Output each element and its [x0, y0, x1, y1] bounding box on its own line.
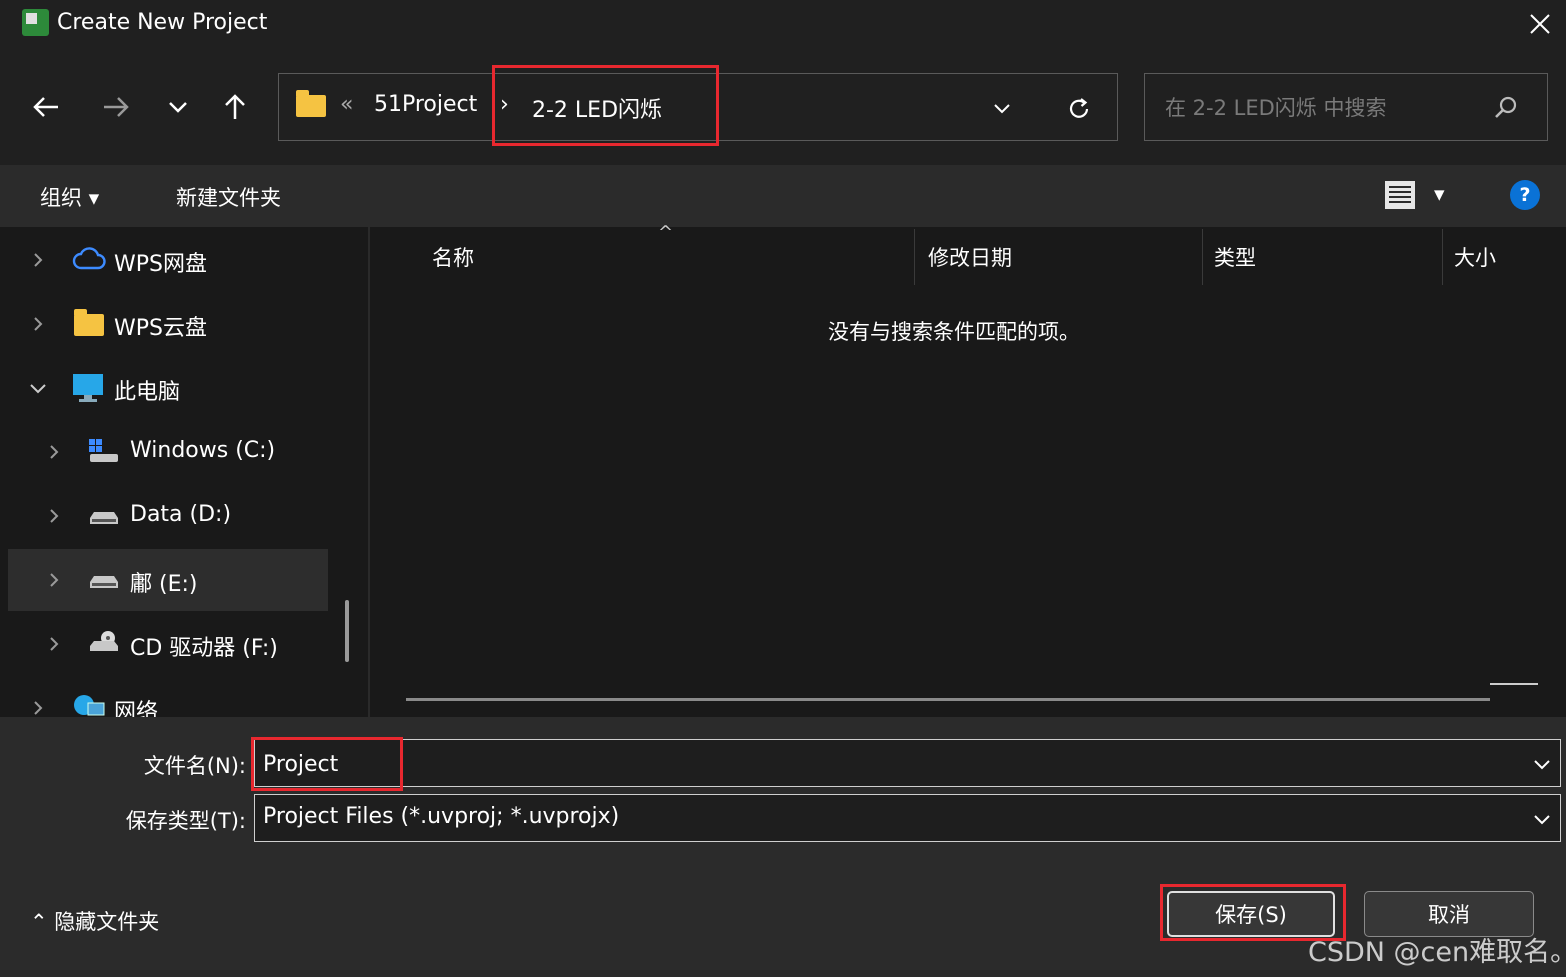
sidebar-scrollbar[interactable] — [345, 600, 349, 662]
chevron-down-icon[interactable] — [1530, 752, 1554, 776]
hide-folders-toggle[interactable]: ⌃ 隐藏文件夹 — [30, 906, 159, 936]
empty-results-message: 没有与搜索条件匹配的项。 — [828, 320, 1080, 344]
forward-button[interactable] — [94, 85, 138, 129]
details-view-icon — [1385, 181, 1415, 209]
keil-app-icon — [22, 9, 49, 36]
arrow-left-icon — [33, 97, 58, 117]
drive-icon — [88, 507, 120, 532]
sidebar-item-drive-e[interactable]: 鄘 (E:) — [8, 549, 328, 611]
filename-label: 文件名(N): — [143, 754, 246, 778]
folder-icon — [74, 309, 104, 342]
column-header-size[interactable]: 大小 — [1454, 242, 1496, 272]
folder-icon — [296, 90, 326, 121]
csdn-watermark: CSDN @cen难取名。 — [1308, 937, 1566, 968]
back-button[interactable] — [24, 85, 68, 129]
cloud-icon — [72, 246, 106, 278]
chevron-right-icon[interactable] — [44, 506, 64, 526]
arrow-up-icon — [225, 94, 245, 119]
chevron-right-icon[interactable] — [28, 698, 48, 717]
filetype-value: Project Files (*.uvproj; *.uvprojx) — [263, 804, 620, 829]
sidebar-item-label: Data (D:) — [130, 502, 232, 527]
search-box[interactable] — [1144, 73, 1548, 141]
sidebar-item-this-pc[interactable]: 此电脑 — [8, 357, 328, 419]
recent-locations-button[interactable] — [156, 85, 200, 129]
sidebar-item-label: Windows (C:) — [130, 438, 276, 463]
sidebar-item-network[interactable]: 网络 — [8, 677, 328, 717]
filename-input[interactable] — [263, 748, 1503, 780]
view-menu-chevron[interactable]: ▾ — [1434, 182, 1445, 206]
cd-drive-icon — [88, 629, 120, 659]
chevron-right-icon[interactable] — [28, 314, 48, 334]
address-dropdown-button[interactable] — [992, 100, 1012, 119]
sidebar-item-label: 此电脑 — [114, 380, 181, 405]
navigation-pane: WPS网盘 WPS云盘 此电脑 Windows (C:) Data (D:) 鄘… — [0, 227, 368, 717]
search-input[interactable] — [1163, 92, 1487, 124]
window-title: Create New Project — [57, 10, 268, 35]
column-separator[interactable] — [1442, 229, 1443, 285]
sidebar-item-drive-c[interactable]: Windows (C:) — [8, 421, 328, 483]
chevron-right-icon[interactable] — [28, 250, 48, 270]
breadcrumb-separator[interactable]: › — [500, 92, 509, 117]
network-icon — [72, 693, 106, 717]
arrow-right-icon — [104, 97, 129, 117]
close-button[interactable] — [1520, 4, 1560, 44]
sidebar-item-label: 网络 — [114, 700, 159, 717]
chevron-down-icon[interactable] — [1530, 807, 1554, 831]
new-folder-button[interactable]: 新建文件夹 — [176, 182, 281, 212]
windows-drive-icon — [88, 438, 120, 470]
column-header-name[interactable]: 名称 — [432, 242, 474, 272]
column-separator[interactable] — [1202, 229, 1203, 285]
chevron-right-icon[interactable] — [44, 570, 64, 590]
view-options-button[interactable] — [1384, 179, 1416, 215]
monitor-icon — [72, 373, 104, 409]
help-icon[interactable]: ? — [1510, 180, 1540, 210]
scrollbar-end-mark — [1490, 683, 1538, 685]
refresh-button[interactable] — [1066, 96, 1092, 126]
breadcrumb-51project[interactable]: 51Project — [374, 92, 477, 117]
sidebar-item-drive-d[interactable]: Data (D:) — [8, 485, 328, 547]
chevron-down-icon[interactable] — [28, 378, 48, 398]
chevron-down-icon — [994, 104, 1010, 114]
filename-combobox[interactable] — [254, 739, 1561, 787]
drive-icon — [88, 571, 120, 596]
chevron-right-icon[interactable] — [44, 634, 64, 654]
sidebar-item-label: WPS云盘 — [114, 316, 207, 341]
breadcrumb-current-folder[interactable]: 2-2 LED闪烁 — [532, 92, 662, 124]
file-list-horizontal-scrollbar[interactable] — [406, 698, 1490, 701]
column-header-date[interactable]: 修改日期 — [928, 242, 1012, 272]
sidebar-item-drive-f[interactable]: CD 驱动器 (F:) — [8, 613, 328, 675]
pane-divider — [368, 227, 370, 717]
filetype-label: 保存类型(T): — [125, 809, 246, 833]
sidebar-item-wps-cloud[interactable]: WPS云盘 — [8, 293, 328, 355]
filetype-select[interactable]: Project Files (*.uvproj; *.uvprojx) — [254, 794, 1561, 842]
sidebar-item-label: WPS网盘 — [114, 252, 207, 277]
breadcrumb-overflow[interactable]: « — [340, 92, 353, 117]
sidebar-item-label: CD 驱动器 (F:) — [130, 636, 278, 661]
search-icon — [1492, 94, 1520, 126]
chevron-down-icon — [169, 102, 187, 113]
up-button[interactable] — [213, 85, 257, 129]
close-icon — [1530, 14, 1550, 34]
organize-menu[interactable]: 组织 ▾ — [40, 182, 99, 212]
column-header-type[interactable]: 类型 — [1214, 242, 1256, 272]
column-separator[interactable] — [914, 229, 915, 285]
refresh-icon — [1069, 98, 1089, 118]
sidebar-item-wps-netdisk[interactable]: WPS网盘 — [8, 229, 328, 291]
sort-indicator-icon: ^ — [658, 222, 674, 243]
chevron-right-icon[interactable] — [44, 442, 64, 462]
sidebar-item-label: 鄘 (E:) — [130, 572, 198, 597]
